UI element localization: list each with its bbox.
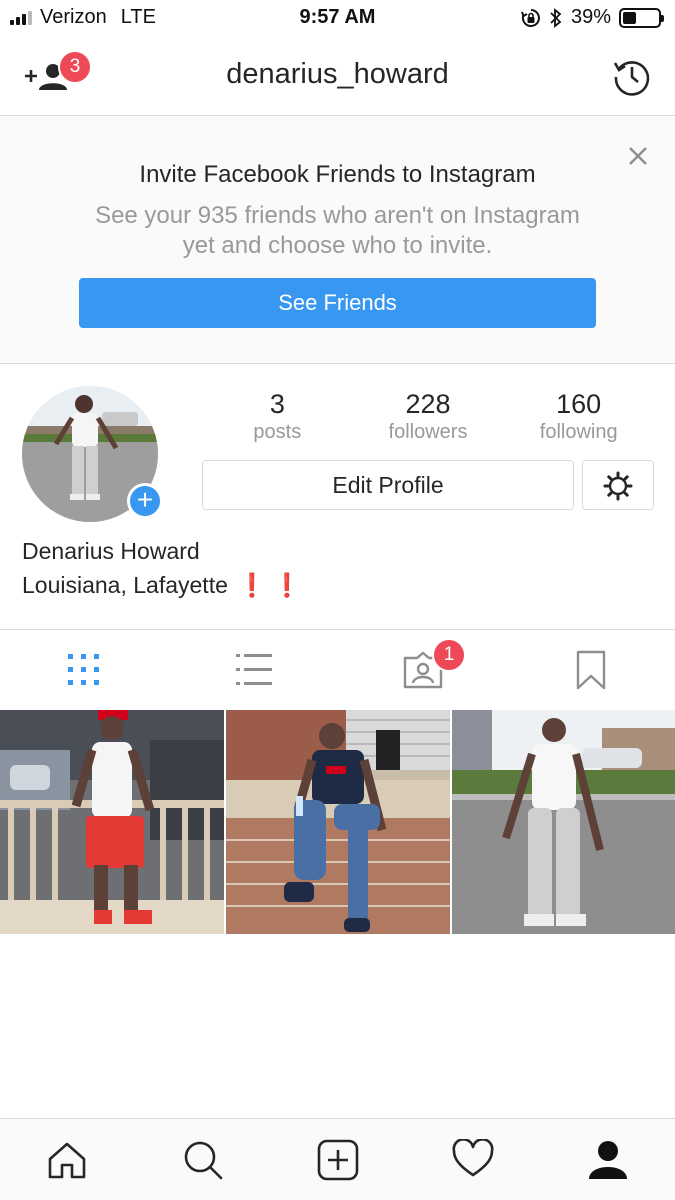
home-icon <box>48 1142 86 1179</box>
battery-icon <box>619 7 664 28</box>
add-story-button[interactable]: + <box>127 483 163 519</box>
post-photo <box>452 710 675 934</box>
post-red-outfit[interactable] <box>0 710 224 934</box>
invite-subtitle: See your 935 friends who aren't on Insta… <box>95 202 580 259</box>
tab-list[interactable] <box>168 630 336 710</box>
battery-percent: 39% <box>570 6 611 28</box>
activity-heart-icon <box>452 1139 494 1177</box>
bio-exclamation-icons: ❗ ❗ <box>237 572 302 598</box>
nav-profile[interactable] <box>540 1119 675 1200</box>
edit-profile-button[interactable]: Edit Profile <box>202 460 574 510</box>
bluetooth-icon <box>550 7 562 28</box>
profile-tabs: 1 <box>0 629 675 709</box>
post-photo <box>0 710 224 934</box>
see-friends-button[interactable]: See Friends <box>79 278 596 328</box>
profile-stats: 3 posts 228 followers 160 following <box>202 388 654 444</box>
nav-search[interactable] <box>135 1119 270 1200</box>
nav-activity[interactable] <box>405 1119 540 1200</box>
tab-tagged[interactable]: 1 <box>337 630 505 710</box>
bottom-nav <box>0 1118 675 1200</box>
profile-icon <box>589 1141 627 1179</box>
new-post-icon <box>317 1139 359 1181</box>
nav-home[interactable] <box>0 1119 135 1200</box>
options-button[interactable] <box>582 460 654 510</box>
grid-icon <box>68 654 99 685</box>
stat-value: 3 <box>269 389 285 419</box>
stat-followers[interactable]: 228 followers <box>353 388 504 444</box>
tab-saved[interactable] <box>506 630 674 710</box>
stat-label: following <box>539 421 618 443</box>
page-title: denarius_howard <box>226 58 449 90</box>
profile-name: Denarius Howard <box>22 538 200 564</box>
history-icon <box>613 61 650 96</box>
stat-label: posts <box>253 421 302 443</box>
gear-icon <box>603 471 633 501</box>
list-icon <box>236 654 272 685</box>
orientation-lock-icon <box>521 8 540 27</box>
nav-new-post[interactable] <box>270 1119 405 1200</box>
bio-text: Louisiana, Lafayette <box>22 572 228 598</box>
post-white-shirt-lot[interactable] <box>452 710 675 934</box>
status-right: 39% <box>521 6 664 29</box>
tagged-badge: 1 <box>432 638 466 672</box>
stat-value: 160 <box>556 389 602 419</box>
invite-banner: Invite Facebook Friends to Instagram See… <box>0 117 675 364</box>
stat-value: 228 <box>405 389 451 419</box>
post-grid <box>0 710 675 934</box>
archive-button[interactable] <box>611 56 653 98</box>
profile-header: 3 denarius_howard <box>0 38 675 116</box>
profile-bio: Louisiana, Lafayette ❗ ❗ <box>22 572 302 599</box>
post-navy-shirt-wall[interactable] <box>226 710 450 934</box>
invite-title: Invite Facebook Friends to Instagram <box>139 161 536 188</box>
post-photo <box>226 710 450 934</box>
search-icon <box>184 1141 223 1180</box>
status-bar: Verizon LTE 9:57 AM 39% <box>0 0 675 38</box>
stat-label: followers <box>388 421 468 443</box>
stat-posts[interactable]: 3 posts <box>202 388 353 444</box>
battery-level <box>623 11 637 24</box>
bookmark-icon <box>576 650 606 690</box>
stat-following[interactable]: 160 following <box>503 388 654 444</box>
tab-grid[interactable] <box>0 630 168 710</box>
